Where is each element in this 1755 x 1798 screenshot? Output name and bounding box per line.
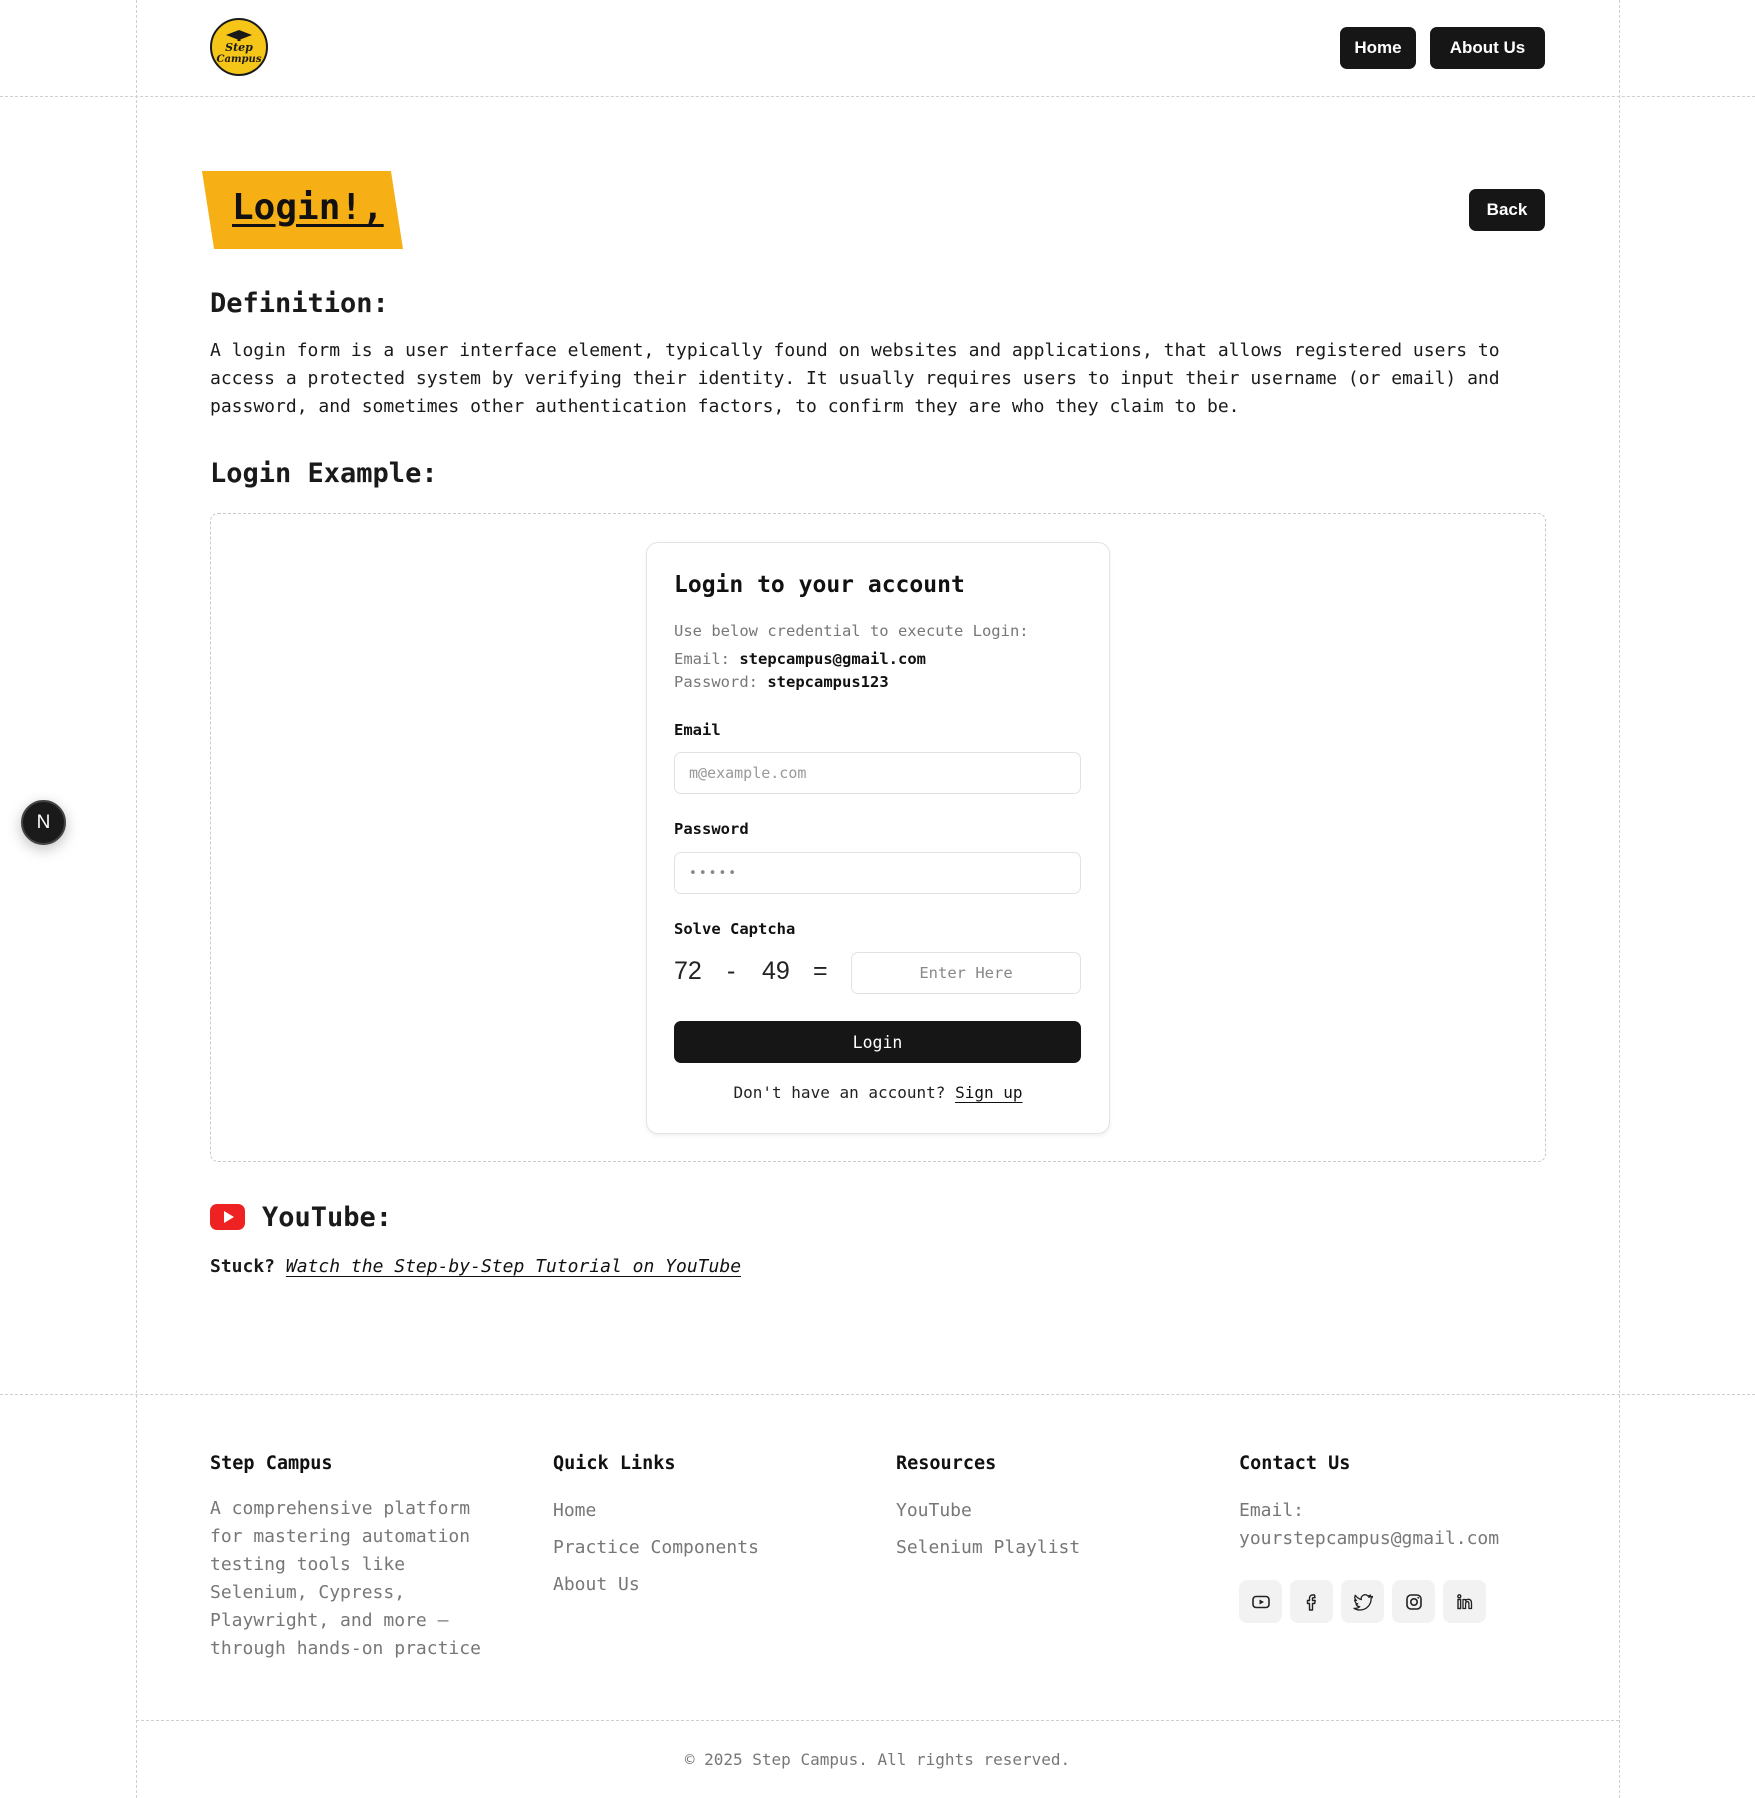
social-twitter-button[interactable] [1341,1580,1384,1623]
page-title: Login!, [232,187,384,228]
footer-resources-heading: Resources [896,1453,997,1474]
captcha-placeholder: Enter Here [919,964,1013,982]
footer-link-youtube[interactable]: YouTube [896,1500,972,1521]
twitter-icon [1352,1593,1373,1611]
definition-text: A login form is a user interface element… [210,340,1500,417]
social-facebook-button[interactable] [1290,1580,1333,1623]
email-label: Email [674,721,721,739]
captcha-operand-b: 49 [762,957,790,985]
grid-line-right [1619,0,1620,1798]
email-field[interactable]: m@example.com [674,752,1081,794]
email-placeholder: m@example.com [689,764,807,782]
credential-email-line: Email: stepcampus@gmail.com [674,650,926,668]
social-linkedin-button[interactable] [1443,1580,1486,1623]
copyright-text: © 2025 Step Campus. All rights reserved. [684,1750,1071,1769]
footer-contact-email[interactable]: yourstepcampus@gmail.com [1239,1528,1499,1549]
instagram-icon [1405,1593,1422,1610]
floating-n-badge[interactable]: N [21,800,66,845]
footer-link-practice-components[interactable]: Practice Components [553,1537,759,1558]
footer-brand-line: Selenium, Cypress, [210,1582,406,1603]
definition-heading: Definition: [210,288,389,319]
youtube-stuck-line: Stuck? Watch the Step-by-Step Tutorial o… [210,1256,741,1277]
header-divider [0,96,1755,97]
credential-email-value: stepcampus@gmail.com [739,650,926,668]
youtube-tutorial-link[interactable]: Watch the Step-by-Step Tutorial on YouTu… [286,1256,741,1277]
credential-password-value: stepcampus123 [767,673,889,691]
footer-link-home[interactable]: Home [553,1500,596,1521]
example-heading: Login Example: [210,458,438,489]
footer-brand-line: Playwright, and more — [210,1610,449,1631]
captcha-input[interactable]: Enter Here [851,952,1081,994]
facebook-icon [1306,1593,1316,1611]
back-button[interactable]: Back [1469,189,1545,231]
footer-contact-heading: Contact Us [1239,1453,1351,1474]
step-campus-logo[interactable]: Step Campus [210,18,268,76]
footer-divider [0,1394,1755,1395]
signup-prompt: Don't have an account? [733,1083,946,1102]
svg-text:Step: Step [225,41,253,54]
footer-quick-links-heading: Quick Links [553,1453,676,1474]
login-button[interactable]: Login [674,1021,1081,1063]
stuck-label: Stuck? [210,1256,276,1277]
social-youtube-button[interactable] [1239,1580,1282,1623]
captcha-operator: - [727,957,736,985]
captcha-operand-a: 72 [674,957,702,985]
grid-line-left [136,0,137,1798]
footer-brand-line: through hands-on practice [210,1638,481,1659]
signup-link[interactable]: Sign up [955,1083,1022,1102]
nav-about-us-button[interactable]: About Us [1430,27,1545,69]
footer-brand-description: A comprehensive platform for mastering a… [210,1495,481,1663]
footer-contact-email-label: Email: [1239,1500,1305,1521]
nav-home-button[interactable]: Home [1340,27,1416,69]
footer-brand-line: for mastering automation [210,1526,471,1547]
footer-link-about-us[interactable]: About Us [553,1574,640,1595]
password-label: Password [674,820,749,838]
social-instagram-button[interactable] [1392,1580,1435,1623]
captcha-label: Solve Captcha [674,920,796,938]
copyright-divider [136,1720,1619,1721]
logo-graphic: Step Campus [217,30,262,65]
credential-password-prefix: Password: [674,673,758,691]
password-mask: ••••• [689,865,739,881]
footer-brand-heading: Step Campus [210,1453,333,1474]
signup-line: Don't have an account? Sign up [646,1083,1110,1102]
captcha-equals: = [813,957,828,985]
login-card-title: Login to your account [674,572,965,598]
youtube-heading: YouTube: [262,1202,393,1233]
linkedin-icon [1456,1593,1472,1609]
credential-password-line: Password: stepcampus123 [674,673,889,691]
youtube-icon [210,1204,245,1230]
footer-link-selenium-playlist[interactable]: Selenium Playlist [896,1537,1080,1558]
password-field[interactable]: ••••• [674,852,1081,894]
footer-brand-line: testing tools like [210,1554,406,1575]
credential-instruction: Use below credential to execute Login: [674,622,1029,640]
svg-text:Campus: Campus [217,54,262,65]
youtube-icon [1251,1595,1270,1608]
credential-email-prefix: Email: [674,650,730,668]
footer-brand-line: A comprehensive platform [210,1498,471,1519]
